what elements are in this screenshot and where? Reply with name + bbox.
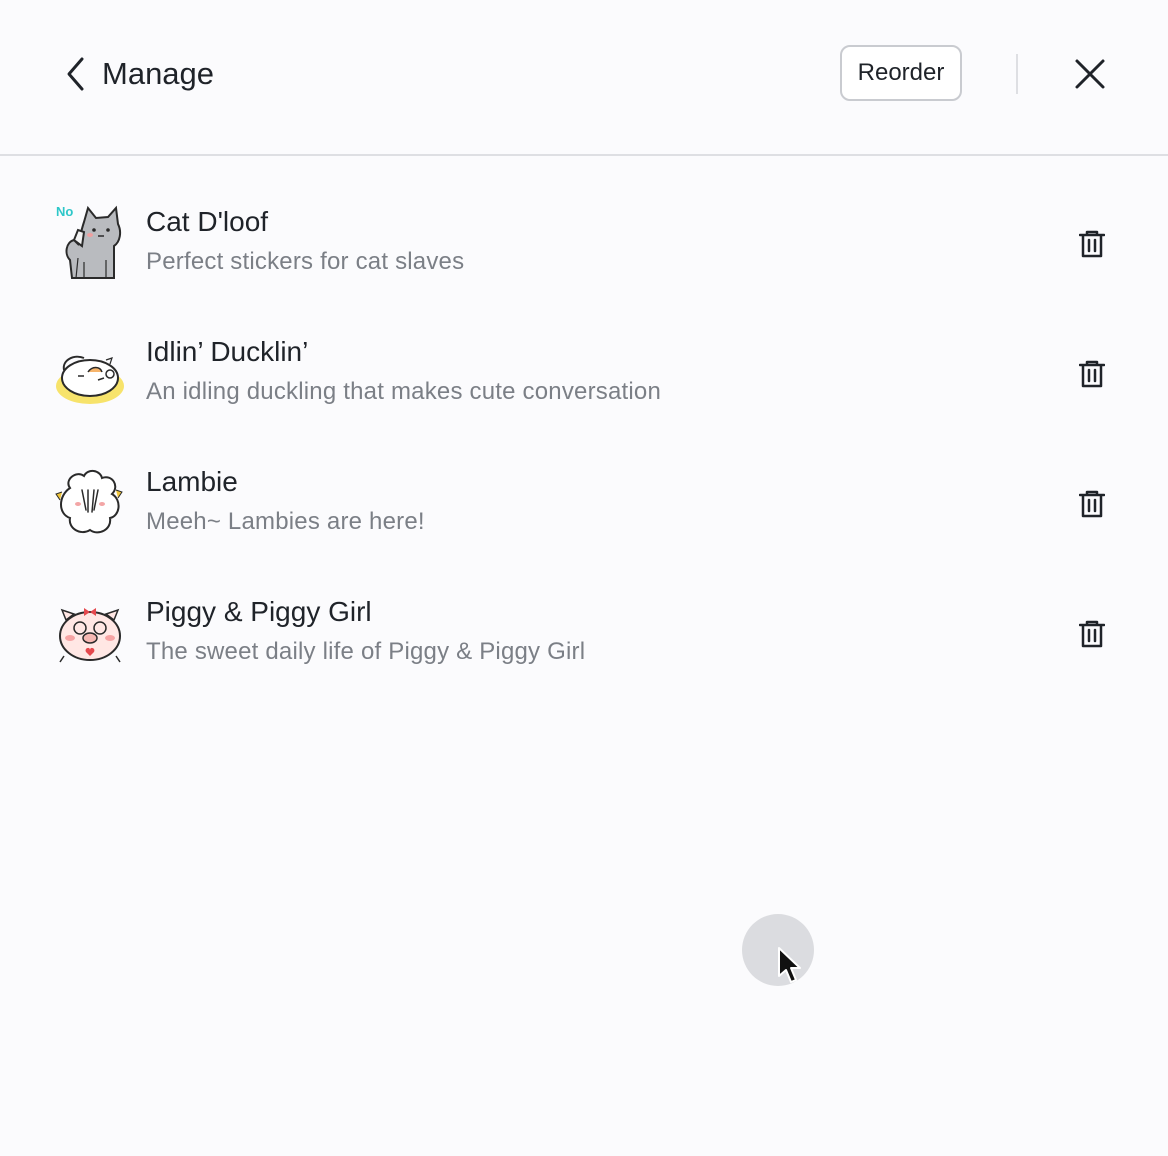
duck-sticker-image bbox=[56, 355, 124, 404]
sticker-thumbnail-lamb bbox=[54, 460, 126, 540]
list-item: Lambie Meeh~ Lambies are here! bbox=[0, 436, 1168, 566]
lamb-sticker-image bbox=[55, 470, 123, 534]
reorder-button[interactable]: Reorder bbox=[840, 45, 962, 101]
sticker-pack-title: Piggy & Piggy Girl bbox=[146, 596, 372, 627]
header-divider bbox=[1016, 54, 1018, 94]
sticker-pack-description: Perfect stickers for cat slaves bbox=[146, 248, 465, 275]
sticker-thumbnail-duck bbox=[54, 330, 126, 410]
sticker-pack-description: The sweet daily life of Piggy & Piggy Gi… bbox=[146, 638, 586, 665]
sticker-pack-title: Lambie bbox=[146, 466, 238, 497]
pig-sticker-image bbox=[59, 608, 121, 663]
sticker-thumbnail-cat: No bbox=[54, 200, 126, 280]
back-button[interactable] bbox=[58, 52, 94, 96]
sticker-thumbnail-pig bbox=[54, 590, 126, 670]
cat-sticker-image: No bbox=[56, 204, 122, 279]
close-button[interactable] bbox=[1068, 52, 1112, 96]
list-item: No Cat D'loof Perfect stickers for cat s… bbox=[0, 176, 1168, 306]
page-title: Manage bbox=[102, 56, 215, 91]
delete-button[interactable] bbox=[1070, 612, 1114, 656]
close-icon bbox=[1075, 59, 1105, 89]
chevron-left-icon bbox=[67, 57, 84, 91]
sticker-pack-description: An idling duckling that makes cute conve… bbox=[146, 378, 662, 405]
trash-icon bbox=[1079, 230, 1105, 258]
trash-icon bbox=[1079, 490, 1105, 518]
trash-icon bbox=[1079, 620, 1105, 648]
trash-icon bbox=[1079, 360, 1105, 388]
mouse-pointer-icon bbox=[778, 947, 801, 983]
list-item: Idlin’ Ducklin’ An idling duckling that … bbox=[0, 306, 1168, 436]
sticker-pack-title: Idlin’ Ducklin’ bbox=[146, 336, 309, 367]
header: Manage Reorder bbox=[0, 0, 1168, 156]
sticker-badge-text: No bbox=[56, 204, 73, 219]
sticker-pack-description: Meeh~ Lambies are here! bbox=[146, 508, 425, 535]
manage-stickers-panel: Manage Reorder No Cat D'loof Perfect sti… bbox=[0, 0, 1168, 1156]
list-item: Piggy & Piggy Girl The sweet daily life … bbox=[0, 566, 1168, 696]
delete-button[interactable] bbox=[1070, 222, 1114, 266]
delete-button[interactable] bbox=[1070, 352, 1114, 396]
sticker-pack-title: Cat D'loof bbox=[146, 206, 269, 237]
sticker-pack-list: No Cat D'loof Perfect stickers for cat s… bbox=[0, 176, 1168, 696]
delete-button[interactable] bbox=[1070, 482, 1114, 526]
